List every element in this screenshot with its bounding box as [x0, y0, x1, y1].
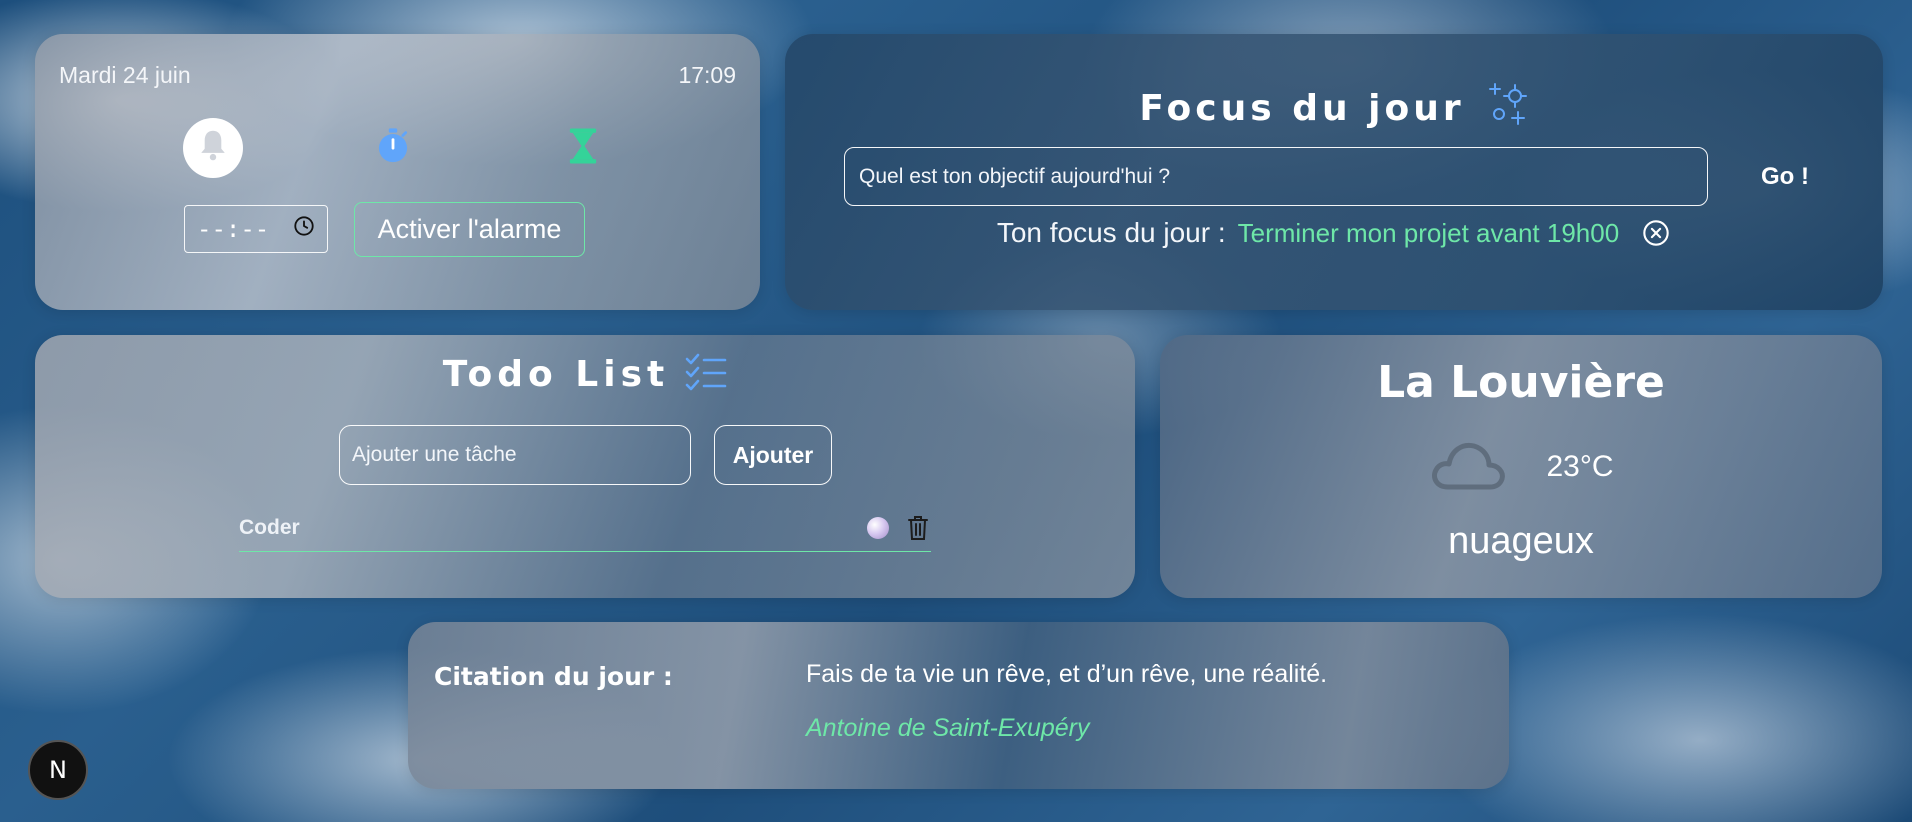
clock-card: Mardi 24 juin 17:09 --:-- Activer l'alar… [35, 34, 760, 310]
quote-card: Citation du jour : Fais de ta vie un rêv… [408, 622, 1509, 789]
focus-input[interactable]: Quel est ton objectif aujourd'hui ? [844, 147, 1708, 206]
todo-card: Todo List Ajouter une tâche Ajouter Code… [35, 335, 1135, 598]
quote-label: Citation du jour : [434, 662, 673, 691]
add-task-button[interactable]: Ajouter [714, 425, 832, 485]
checklist-icon [685, 353, 727, 395]
clock-icon [293, 215, 315, 243]
clear-focus-icon[interactable] [1641, 218, 1671, 248]
dashboard-page: { "clock": { "date": "Mardi 24 juin", "t… [0, 0, 1912, 822]
weather-row: 23°C [1160, 437, 1882, 497]
weather-card: La Louvière 23°C nuageux [1160, 335, 1882, 598]
quote-text: Fais de ta vie un rêve, et d’un rêve, un… [806, 660, 1328, 688]
hourglass-icon [568, 127, 598, 169]
nextjs-logo-icon: N [49, 756, 67, 784]
bell-icon [196, 128, 230, 168]
timer-mode-button[interactable] [553, 118, 613, 178]
focus-title-wrap: Focus du jour [1139, 82, 1528, 135]
add-task-input[interactable]: Ajouter une tâche [339, 425, 691, 485]
activate-alarm-button[interactable]: Activer l'alarme [354, 202, 585, 257]
todo-title: Todo List [442, 353, 670, 395]
sparkles-icon [1487, 82, 1529, 135]
city-name: La Louvière [1377, 357, 1665, 408]
cloud-icon [1428, 437, 1508, 497]
task-text: Coder [239, 516, 300, 539]
current-focus-value: Terminer mon projet avant 19h00 [1237, 217, 1620, 248]
focus-card: Focus du jour Quel est ton objectif aujo… [785, 34, 1883, 310]
alarm-time-input[interactable]: --:-- [184, 205, 328, 253]
nextjs-badge[interactable]: N [28, 740, 88, 800]
stopwatch-icon [376, 127, 410, 169]
add-task-placeholder: Ajouter une tâche [352, 443, 517, 466]
list-item: Coder [239, 505, 931, 552]
alarm-mode-button[interactable] [183, 118, 243, 178]
current-date: Mardi 24 juin [59, 62, 191, 88]
stopwatch-mode-button[interactable] [363, 118, 423, 178]
todo-title-row: Todo List [35, 353, 1135, 395]
temperature: 23°C [1546, 450, 1614, 483]
current-time: 17:09 [678, 62, 736, 88]
go-button[interactable]: Go ! [1745, 147, 1825, 206]
focus-title: Focus du jour [1139, 88, 1465, 129]
focus-input-placeholder: Quel est ton objectif aujourd'hui ? [859, 164, 1171, 188]
quote-author: Antoine de Saint-Exupéry [806, 714, 1090, 742]
current-focus-label: Ton focus du jour : [996, 217, 1226, 248]
current-focus-row: Ton focus du jour : Terminer mon projet … [785, 217, 1883, 249]
task-toggle[interactable] [867, 517, 889, 539]
time-input-value: --:-- [197, 215, 270, 243]
trash-icon[interactable] [905, 514, 931, 542]
weather-condition: nuageux [1448, 520, 1594, 562]
focus-title-row: Focus du jour [785, 82, 1883, 135]
